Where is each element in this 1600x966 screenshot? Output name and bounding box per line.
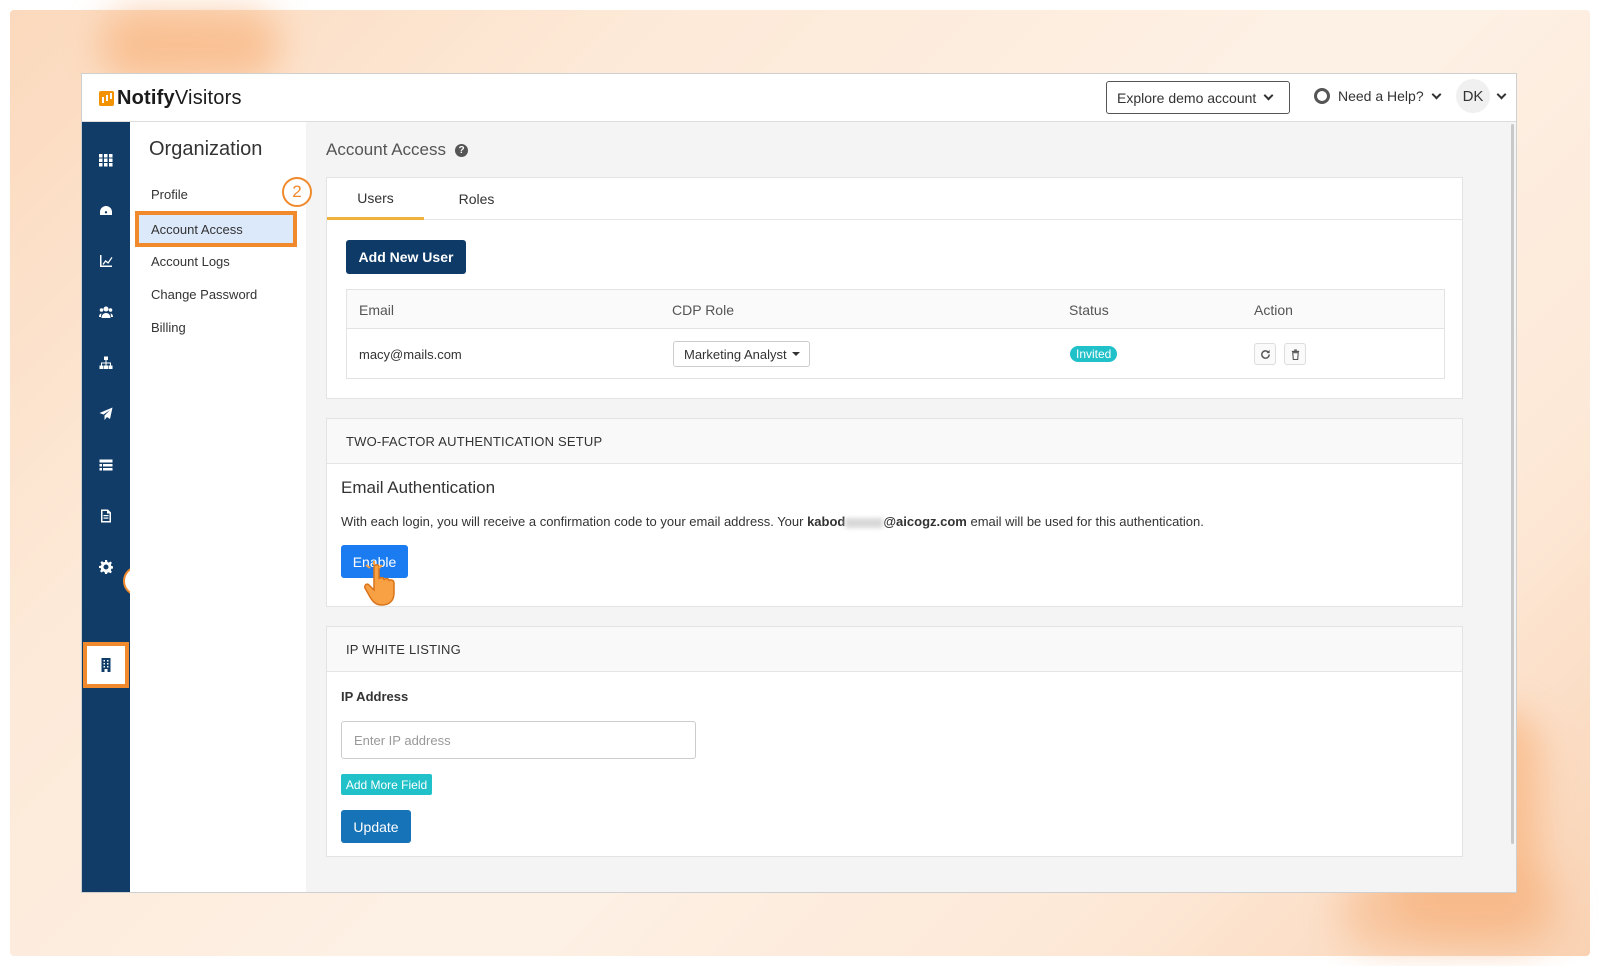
help-label: Need a Help? (1338, 88, 1424, 104)
icon-rail (82, 122, 130, 892)
description-text: With each login, you will receive a conf… (341, 514, 808, 529)
building-icon (101, 658, 111, 672)
users-icon[interactable] (98, 304, 114, 320)
column-header-action: Action (1254, 302, 1293, 318)
backdrop-blob (100, 10, 280, 80)
explore-demo-label: Explore demo account (1117, 89, 1257, 106)
report-icon[interactable] (98, 508, 114, 524)
cdp-role-select[interactable]: Marketing Analyst (673, 341, 810, 367)
help-dropdown[interactable]: Need a Help? (1314, 88, 1442, 104)
list-icon[interactable] (98, 457, 114, 473)
table-header: Email CDP Role Status Action (347, 290, 1444, 329)
ip-whitelist-section-title: IP WHITE LISTING (327, 627, 1462, 672)
add-more-field-button[interactable]: Add More Field (341, 774, 432, 795)
email-domain: @aicogz.com (883, 514, 967, 529)
redacted-email (845, 517, 884, 528)
column-header-status: Status (1069, 302, 1109, 318)
tab-roles[interactable]: Roles (424, 178, 529, 220)
email-auth-description: With each login, you will receive a conf… (341, 514, 1204, 529)
submenu-item-account-logs[interactable]: Account Logs (151, 254, 230, 269)
status-badge: Invited (1070, 346, 1118, 362)
ip-address-input[interactable] (341, 721, 696, 759)
submenu-item-label: Account Access (151, 221, 243, 237)
row-email: macy@mails.com (359, 347, 462, 362)
page-title: Account Access ? (326, 140, 469, 160)
two-factor-card: TWO-FACTOR AUTHENTICATION SETUP Email Au… (326, 418, 1463, 607)
trash-icon (1291, 348, 1299, 360)
dashboard-icon[interactable] (98, 203, 114, 219)
logo-mark-icon (99, 91, 114, 106)
submenu-item-profile[interactable]: Profile (151, 187, 188, 202)
submenu-title: Organization (149, 138, 263, 160)
top-bar: Notify Visitors Explore demo account Need… (82, 74, 1516, 122)
tabs-bar: Users Roles (327, 178, 1462, 220)
send-icon[interactable] (98, 406, 114, 422)
delete-user-button[interactable] (1284, 343, 1306, 365)
users-table: Email CDP Role Status Action macy@mails.… (346, 289, 1445, 379)
column-header-email: Email (359, 302, 395, 318)
email-auth-heading: Email Authentication (341, 478, 496, 497)
users-card: Users Roles Add New User Email CDP Role … (326, 177, 1463, 399)
submenu-item-billing[interactable]: Billing (151, 320, 186, 335)
user-menu[interactable]: DK (1456, 79, 1507, 113)
resend-invite-button[interactable] (1254, 343, 1276, 365)
brand-logo[interactable]: Notify Visitors (99, 87, 242, 110)
avatar: DK (1456, 79, 1490, 113)
description-text-end: email will be used for this authenticati… (966, 514, 1204, 529)
table-row: macy@mails.com Marketing Analyst Invited (347, 329, 1444, 379)
analytics-icon[interactable] (98, 253, 114, 269)
logo-text-bold: Notify (117, 87, 175, 109)
chevron-down-icon (1496, 89, 1507, 99)
logo-text-regular: Visitors (174, 87, 242, 109)
organization-rail-item[interactable] (83, 642, 129, 688)
explore-demo-dropdown[interactable]: Explore demo account (1106, 81, 1290, 114)
update-button[interactable]: Update (341, 810, 411, 843)
apps-icon[interactable] (98, 152, 114, 168)
two-factor-section-title: TWO-FACTOR AUTHENTICATION SETUP (327, 419, 1462, 464)
add-new-user-button[interactable]: Add New User (346, 240, 466, 274)
column-header-cdp-role: CDP Role (672, 302, 734, 318)
cdp-role-value: Marketing Analyst (684, 346, 787, 362)
submenu-item-change-password[interactable]: Change Password (151, 287, 257, 302)
ip-whitelist-card: IP WHITE LISTING IP Address Add More Fie… (326, 626, 1463, 857)
pointer-hand-icon (364, 561, 395, 606)
help-question-icon[interactable]: ? (455, 143, 469, 157)
lifebuoy-icon (1314, 88, 1330, 104)
chevron-down-icon (1431, 89, 1442, 99)
scrollbar[interactable] (1511, 124, 1514, 844)
organization-submenu: Organization Profile Account Access Acco… (130, 122, 306, 892)
settings-icon[interactable] (98, 559, 114, 575)
step-marker-2: 2 (282, 177, 312, 207)
email-prefix: kabod (807, 514, 846, 529)
app-window: Notify Visitors Explore demo account Need… (81, 73, 1517, 893)
sitemap-icon[interactable] (98, 355, 114, 371)
page-title-text: Account Access (326, 140, 447, 159)
chevron-down-icon (1263, 90, 1274, 101)
ip-address-label: IP Address (341, 689, 409, 704)
tab-users[interactable]: Users (327, 178, 424, 220)
submenu-item-account-access[interactable]: Account Access (135, 211, 297, 247)
caret-down-icon (791, 352, 800, 356)
refresh-icon (1260, 349, 1270, 359)
